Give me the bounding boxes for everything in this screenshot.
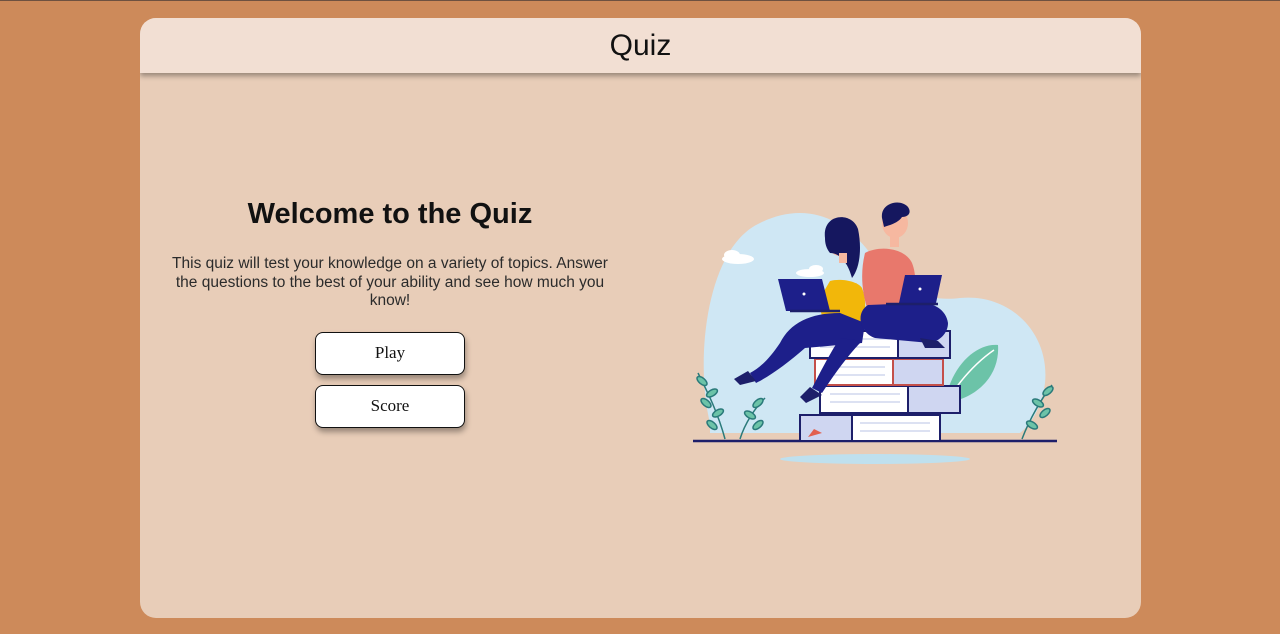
people-studying-on-books-illustration [693, 202, 1057, 464]
play-button[interactable]: Play [315, 331, 465, 375]
welcome-heading: Welcome to the Quiz [247, 198, 533, 230]
page-title: Quiz [609, 29, 672, 62]
welcome-panel: Welcome to the Quiz This quiz will test … [170, 198, 610, 428]
quiz-card: Quiz Welcome to the Quiz This quiz will … [140, 18, 1141, 618]
welcome-description: This quiz will test your knowledge on a … [172, 255, 608, 309]
header-bar: Quiz [140, 18, 1141, 73]
score-button[interactable]: Score [315, 384, 465, 428]
